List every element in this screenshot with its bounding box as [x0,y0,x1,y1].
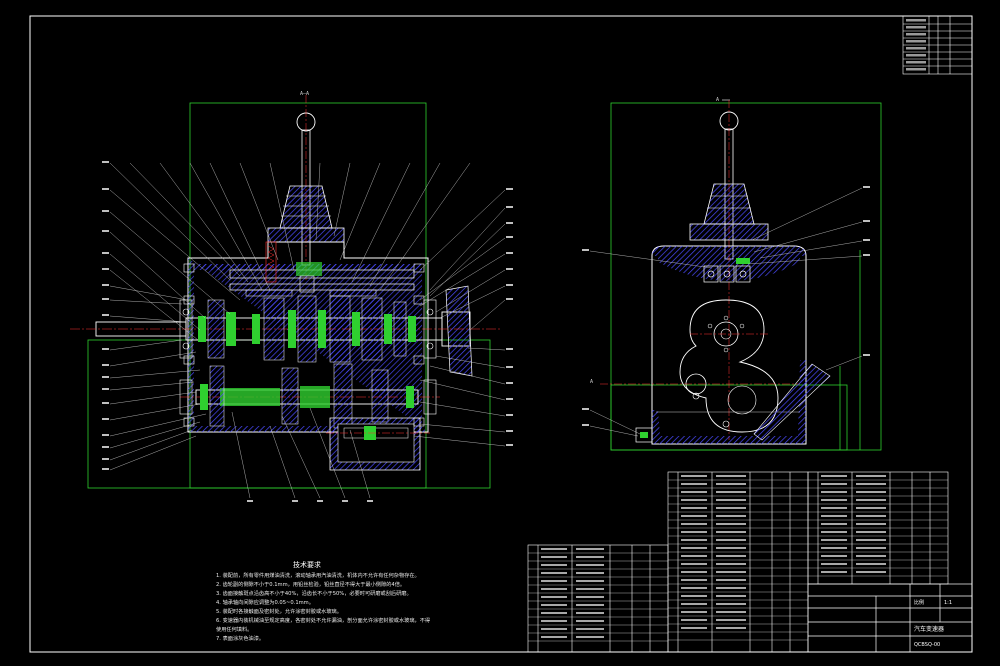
note-line: 7. 表面涂灰色油漆。 [216,634,264,642]
parameter-table [902,15,973,75]
shift-fork-2 [329,289,377,297]
lever-cap-side [703,183,755,225]
note-line: 1. 装配前，所有零件用煤油清洗，滚动轴承用汽油清洗，机体内不允许有任何杂物存在… [216,571,420,579]
note-line: 2. 齿轮副的侧隙不小于0.1mm，用铅丝检验，铅丝直径不得大于最小侧隙的4倍。 [216,580,405,588]
oil-dipstick [753,363,831,441]
notes-title: 技术要求 [293,560,321,569]
note-line: 3. 齿面接触斑点沿齿高不小于40%，沿齿长不小于50%，必要时可研磨或刮后研磨… [216,589,412,597]
scale-value: 1:1 [944,600,952,606]
cad-drawing-sheet: A—A A A 技术要求 1. 装配前，所有零件用煤油清洗，滚动轴承用汽油清洗，… [29,15,973,653]
lever-cap [279,185,333,229]
shift-fork-1 [245,289,293,297]
note-line: 5. 装配时各接触面及密封处，允许涂密封胶或水玻璃。 [216,607,342,615]
side-section-view: A A [582,97,882,451]
note-line: 6. 变速器内装机械油至规定高度，各密封处不允许漏油，剖分面允许涂密封胶或水玻璃… [216,616,430,624]
title-block [807,583,973,653]
front-section-view: A—A [70,91,513,502]
scale-label: 比例 [914,599,924,606]
lever-housing [267,227,345,243]
note-line: 4. 轴承轴向间隙应调整为0.05~0.1mm。 [216,598,314,606]
drawing-number: QCBSQ-00 [914,642,940,648]
section-marker-side-low: A [590,379,593,385]
note-line: 使用任何填料。 [216,625,252,633]
output-flange-hatch [445,285,473,377]
technical-notes: 技术要求 1. 装配前，所有零件用煤油清洗，滚动轴承用汽油清洗，机体内不允许有任… [216,560,430,642]
drawing-title: 汽车变速器 [914,625,944,633]
section-marker-front: A—A [300,91,309,97]
section-marker-side: A [716,97,719,103]
